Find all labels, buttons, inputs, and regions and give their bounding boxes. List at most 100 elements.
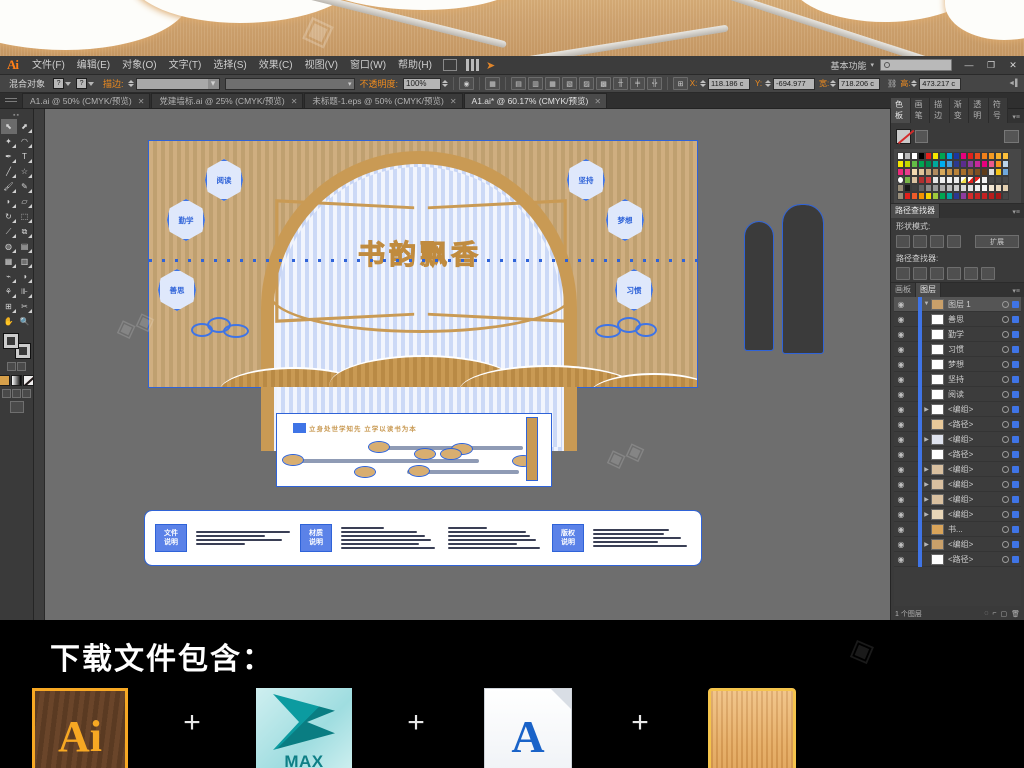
target-icon[interactable] [1001, 330, 1009, 338]
eye-icon[interactable]: ◉ [894, 345, 908, 354]
target-icon[interactable] [1001, 525, 1009, 533]
line-segment-tool[interactable]: ╱ [1, 164, 17, 179]
mesh-tool[interactable]: ▦ [1, 254, 17, 269]
menu-edit[interactable]: 编辑(E) [71, 56, 116, 75]
close-button[interactable]: ✕ [1002, 56, 1024, 75]
align-middle-icon[interactable]: ▨ [579, 77, 595, 90]
person-silhouette-male[interactable] [782, 204, 824, 354]
paintbrush-tool[interactable]: 🖌 [1, 179, 17, 194]
eye-icon[interactable]: ◉ [894, 480, 908, 489]
layer-row[interactable]: ◉ <路径> [894, 446, 1021, 462]
restore-button[interactable]: ❐ [980, 56, 1002, 75]
new-layer-icon[interactable]: ▢ [1000, 610, 1007, 618]
menu-file[interactable]: 文件(F) [26, 56, 71, 75]
badge-persistence[interactable]: 坚持 [567, 159, 605, 201]
chevron-down-icon[interactable] [88, 81, 95, 86]
eye-icon[interactable]: ◉ [894, 435, 908, 444]
selection-indicator[interactable] [1011, 315, 1019, 323]
eye-icon[interactable]: ◉ [894, 360, 908, 369]
width-input[interactable]: 718.206 c [838, 77, 881, 90]
transform-h-group[interactable]: 高: 473.217 c [900, 77, 962, 90]
lasso-tool[interactable]: ◠ [17, 134, 33, 149]
layer-row[interactable]: ◉ 梦想 [894, 356, 1021, 372]
eye-icon[interactable]: ◉ [894, 315, 908, 324]
arrange-documents-icon[interactable] [442, 59, 457, 71]
hand-tool[interactable]: ✋ [1, 314, 17, 329]
badge-thinking[interactable]: 善思 [158, 269, 196, 311]
tab-swatches[interactable]: 色板 [891, 98, 911, 123]
banner-node[interactable] [408, 465, 430, 477]
expand-button[interactable]: 扩展 [975, 235, 1019, 248]
none-button[interactable] [23, 375, 34, 386]
gradient-button[interactable] [11, 375, 22, 386]
opacity-input[interactable]: 100% [403, 77, 442, 90]
panel-menu-icon[interactable]: ▾≡ [1008, 286, 1024, 297]
eye-icon[interactable]: ◉ [894, 555, 908, 564]
stroke-weight-label[interactable]: 描边: [99, 77, 128, 90]
layer-row[interactable]: ◉ 阅读 [894, 386, 1021, 402]
current-swatch[interactable] [896, 128, 911, 144]
opacity-stepper[interactable] [441, 78, 448, 90]
target-icon[interactable] [1001, 405, 1009, 413]
default-colors-icon[interactable] [17, 362, 26, 371]
selection-tool[interactable]: ⬉ [0, 119, 17, 134]
chevron-right-icon[interactable]: ▶ [922, 406, 931, 413]
y-input[interactable]: -694.977 [773, 77, 816, 90]
artboard-canvas[interactable]: 书韵飘香 阅读 坚持 勤学 梦想 善思 习惯 立身处世学知先 立学以读书为本 文… [45, 109, 890, 620]
fill-swatch[interactable]: ? [53, 78, 65, 89]
menu-window[interactable]: 窗口(W) [344, 56, 392, 75]
chevron-right-icon[interactable]: ▶ [922, 541, 931, 548]
divide-icon[interactable] [896, 267, 910, 280]
document-tab-4-active[interactable]: A1.ai* @ 60.17% (CMYK/预览) ✕ [463, 93, 608, 108]
eye-icon[interactable]: ◉ [894, 525, 908, 534]
intersect-icon[interactable] [930, 235, 944, 248]
swatch-row[interactable] [897, 152, 1018, 160]
distribute-h-icon[interactable]: ╫ [613, 77, 629, 90]
color-button[interactable] [0, 375, 10, 386]
close-icon[interactable]: ✕ [291, 97, 298, 106]
banner-node[interactable] [354, 466, 376, 478]
layer-row[interactable]: ◉ ▶ <编组> [894, 461, 1021, 477]
align-center-icon[interactable]: ▥ [528, 77, 544, 90]
eye-icon[interactable]: ◉ [894, 375, 908, 384]
type-tool[interactable]: T [17, 149, 33, 164]
transform-y-group[interactable]: Y: -694.977 [754, 77, 816, 90]
layer-row[interactable]: ◉ ▼ 图层 1 [894, 297, 1021, 312]
tab-pathfinder[interactable]: 路径查找器 [891, 204, 940, 218]
target-icon[interactable] [1001, 510, 1009, 518]
selection-indicator[interactable] [1011, 510, 1019, 518]
eraser-tool[interactable]: ▱ [17, 194, 33, 209]
badge-copyright-description[interactable]: 版权 说明 [552, 524, 584, 552]
draw-normal-icon[interactable] [2, 389, 11, 398]
target-icon[interactable] [1001, 495, 1009, 503]
swatch-row[interactable] [897, 176, 1018, 184]
document-tab-1[interactable]: A1.ai @ 50% (CMYK/预览) ✕ [22, 93, 151, 108]
fill-stroke-indicator[interactable] [2, 333, 31, 359]
x-input[interactable]: 118.186 c [708, 77, 751, 90]
distribute-spacing-icon[interactable]: ╬ [647, 77, 663, 90]
selection-indicator[interactable] [1011, 330, 1019, 338]
y-stepper[interactable] [764, 78, 771, 90]
artboard-tool[interactable]: ⊞ [1, 299, 17, 314]
close-icon[interactable]: ✕ [450, 97, 457, 106]
swatch-row[interactable] [897, 160, 1018, 168]
target-icon[interactable] [1001, 435, 1009, 443]
eye-icon[interactable]: ◉ [894, 330, 908, 339]
tab-brushes[interactable]: 画笔 [910, 98, 931, 123]
eye-icon[interactable]: ◉ [894, 495, 908, 504]
height-input[interactable]: 473.217 c [919, 77, 962, 90]
bridge-icon[interactable]: ➤ [480, 59, 501, 72]
swatch-row[interactable] [897, 168, 1018, 176]
target-icon[interactable] [1001, 555, 1009, 563]
align-bottom-icon[interactable]: ▩ [596, 77, 612, 90]
layer-row[interactable]: ◉ <路径> [894, 551, 1021, 567]
chevron-right-icon[interactable]: ▶ [922, 481, 931, 488]
layer-row[interactable]: ◉ 善思 [894, 311, 1021, 327]
layer-row[interactable]: ◉ ▶ <编组> [894, 431, 1021, 447]
new-sublayer-icon[interactable]: ⌐ [992, 610, 996, 618]
badge-habit[interactable]: 习惯 [615, 269, 653, 311]
column-graph-tool[interactable]: ⊪ [17, 284, 33, 299]
menu-type[interactable]: 文字(T) [163, 56, 208, 75]
workspace-label[interactable]: 基本功能 [826, 59, 870, 72]
shape-tool[interactable]: ☆ [17, 164, 33, 179]
